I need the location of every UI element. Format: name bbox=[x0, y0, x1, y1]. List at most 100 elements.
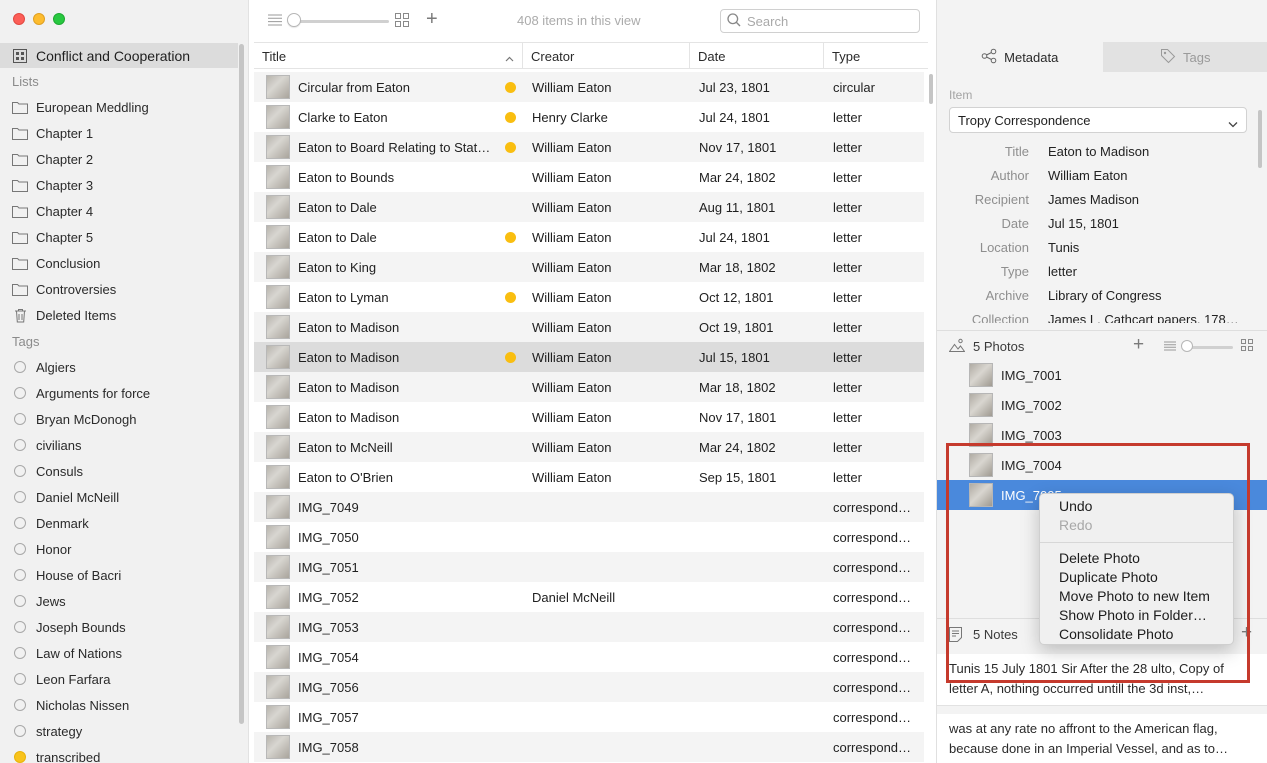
metadata-scrollbar[interactable] bbox=[1258, 110, 1262, 168]
column-date[interactable]: Date bbox=[690, 43, 824, 69]
metadata-field-recipient[interactable]: Recipient James Madison bbox=[937, 192, 1257, 216]
list-view-icon[interactable] bbox=[1164, 339, 1176, 354]
column-title[interactable]: Title bbox=[254, 43, 523, 69]
table-row[interactable]: IMG_7056 correspond… bbox=[254, 672, 924, 702]
add-item-button[interactable]: + bbox=[426, 9, 438, 29]
tag-item[interactable]: Jews bbox=[0, 588, 238, 614]
grid-view-icon[interactable] bbox=[395, 13, 409, 30]
tag-item[interactable]: House of Bacri bbox=[0, 562, 238, 588]
table-row[interactable]: Eaton to Madison William Eaton Nov 17, 180… bbox=[254, 402, 924, 432]
field-value[interactable]: Tunis bbox=[1048, 240, 1079, 255]
project-item[interactable]: Conflict and Cooperation bbox=[0, 43, 238, 68]
tag-item[interactable]: Leon Farfara bbox=[0, 666, 238, 692]
zoom-slider-track[interactable] bbox=[293, 20, 389, 23]
zoom-slider-knob[interactable] bbox=[287, 13, 301, 27]
tag-item[interactable]: transcribed bbox=[0, 744, 238, 763]
table-row[interactable]: Eaton to Dale William Eaton Aug 11, 1801 le… bbox=[254, 192, 924, 222]
note-item[interactable]: was at any rate no affront to the Americ… bbox=[937, 714, 1267, 763]
table-row[interactable]: Eaton to Lyman William Eaton Oct 12, 1801 l… bbox=[254, 282, 924, 312]
metadata-field-author[interactable]: Author William Eaton bbox=[937, 168, 1257, 192]
metadata-field-collection[interactable]: Collection James L. Cathcart papers, 178… bbox=[937, 312, 1257, 323]
minimize-window-button[interactable] bbox=[33, 13, 45, 25]
menu-item-show-in-folder[interactable]: Show Photo in Folder… bbox=[1040, 606, 1233, 625]
sidebar-scrollbar[interactable] bbox=[239, 44, 244, 724]
tag-item[interactable]: Consuls bbox=[0, 458, 238, 484]
tag-item[interactable]: Daniel McNeill bbox=[0, 484, 238, 510]
tag-item[interactable]: Denmark bbox=[0, 510, 238, 536]
template-select[interactable]: Tropy Correspondence bbox=[949, 107, 1247, 133]
table-row[interactable]: IMG_7053 correspond… bbox=[254, 612, 924, 642]
table-row[interactable]: Eaton to King William Eaton Mar 18, 1802 le… bbox=[254, 252, 924, 282]
list-item-chapter-2[interactable]: Chapter 2 bbox=[0, 146, 238, 172]
photo-zoom-slider-knob[interactable] bbox=[1181, 340, 1193, 352]
list-item-chapter-3[interactable]: Chapter 3 bbox=[0, 172, 238, 198]
list-item-chapter-4[interactable]: Chapter 4 bbox=[0, 198, 238, 224]
menu-item-delete-photo[interactable]: Delete Photo bbox=[1040, 549, 1233, 568]
table-row[interactable]: IMG_7057 correspond… bbox=[254, 702, 924, 732]
table-row[interactable]: Eaton to Board Relating to Stat… William … bbox=[254, 132, 924, 162]
metadata-field-location[interactable]: Location Tunis bbox=[937, 240, 1257, 264]
field-value[interactable]: Library of Congress bbox=[1048, 288, 1161, 303]
tag-item[interactable]: Arguments for force bbox=[0, 380, 238, 406]
grid-view-icon[interactable] bbox=[1241, 339, 1253, 354]
tag-item[interactable]: Law of Nations bbox=[0, 640, 238, 666]
table-row[interactable]: Eaton to Madison William Eaton Mar 18, 180… bbox=[254, 372, 924, 402]
table-row[interactable]: Eaton to Madison William Eaton Oct 19, 180… bbox=[254, 312, 924, 342]
menu-item-consolidate-photo[interactable]: Consolidate Photo bbox=[1040, 625, 1233, 644]
table-row[interactable]: IMG_7050 correspond… bbox=[254, 522, 924, 552]
tab-metadata[interactable]: Metadata bbox=[937, 42, 1103, 72]
tag-item[interactable]: Algiers bbox=[0, 354, 238, 380]
photo-list-item[interactable]: IMG_7001 bbox=[937, 360, 1267, 390]
photo-list-item[interactable]: IMG_7003 bbox=[937, 420, 1267, 450]
table-row[interactable]: IMG_7054 correspond… bbox=[254, 642, 924, 672]
table-row[interactable]: Eaton to O'Brien William Eaton Sep 15, 180… bbox=[254, 462, 924, 492]
column-creator[interactable]: Creator bbox=[523, 43, 690, 69]
tag-item[interactable]: Joseph Bounds bbox=[0, 614, 238, 640]
column-type[interactable]: Type bbox=[824, 43, 928, 69]
menu-item-duplicate-photo[interactable]: Duplicate Photo bbox=[1040, 568, 1233, 587]
add-note-button[interactable]: + bbox=[1241, 622, 1252, 644]
list-view-icon[interactable] bbox=[268, 14, 282, 29]
list-item-deleted-items[interactable]: Deleted Items bbox=[0, 302, 238, 328]
close-window-button[interactable] bbox=[13, 13, 25, 25]
list-item-european-meddling[interactable]: European Meddling bbox=[0, 94, 238, 120]
metadata-field-archive[interactable]: Archive Library of Congress bbox=[937, 288, 1257, 312]
tag-item[interactable]: Bryan McDonogh bbox=[0, 406, 238, 432]
tag-item[interactable]: strategy bbox=[0, 718, 238, 744]
list-item-chapter-5[interactable]: Chapter 5 bbox=[0, 224, 238, 250]
tag-item[interactable]: Nicholas Nissen bbox=[0, 692, 238, 718]
menu-item-undo[interactable]: Undo bbox=[1040, 497, 1233, 516]
table-row[interactable]: Eaton to Madison William Eaton Jul 15, 180… bbox=[254, 342, 924, 372]
table-row[interactable]: Circular from Eaton William Eaton Jul 23, … bbox=[254, 72, 924, 102]
table-row[interactable]: IMG_7058 correspond… bbox=[254, 732, 924, 762]
table-row[interactable]: IMG_7051 correspond… bbox=[254, 552, 924, 582]
list-item-conclusion[interactable]: Conclusion bbox=[0, 250, 238, 276]
list-item-controversies[interactable]: Controversies bbox=[0, 276, 238, 302]
note-item[interactable]: Tunis 15 July 1801 Sir After the 28 ulto… bbox=[937, 654, 1267, 706]
list-item-chapter-1[interactable]: Chapter 1 bbox=[0, 120, 238, 146]
menu-item-move-photo[interactable]: Move Photo to new Item bbox=[1040, 587, 1233, 606]
metadata-field-title[interactable]: Title Eaton to Madison bbox=[937, 144, 1257, 168]
field-value[interactable]: James Madison bbox=[1048, 192, 1139, 207]
tab-tags[interactable]: Tags bbox=[1102, 42, 1267, 72]
table-row[interactable]: Clarke to Eaton Henry Clarke Jul 24, 1801 l… bbox=[254, 102, 924, 132]
zoom-window-button[interactable] bbox=[53, 13, 65, 25]
table-row[interactable]: IMG_7052 Daniel McNeill correspond… bbox=[254, 582, 924, 612]
tag-item[interactable]: Honor bbox=[0, 536, 238, 562]
search-input[interactable] bbox=[747, 13, 907, 29]
field-value[interactable]: William Eaton bbox=[1048, 168, 1127, 183]
field-value[interactable]: James L. Cathcart papers, 178… bbox=[1048, 312, 1239, 323]
metadata-field-type[interactable]: Type letter bbox=[937, 264, 1257, 288]
photo-list-item[interactable]: IMG_7004 bbox=[937, 450, 1267, 480]
items-scrollbar[interactable] bbox=[929, 74, 933, 104]
table-row[interactable]: Eaton to Dale William Eaton Jul 24, 1801 le… bbox=[254, 222, 924, 252]
field-value[interactable]: letter bbox=[1048, 264, 1077, 279]
table-row[interactable]: Eaton to McNeill William Eaton Mar 24, 180… bbox=[254, 432, 924, 462]
field-value[interactable]: Eaton to Madison bbox=[1048, 144, 1149, 159]
photo-list-item[interactable]: IMG_7002 bbox=[937, 390, 1267, 420]
search-box[interactable] bbox=[720, 9, 920, 33]
table-row[interactable]: Eaton to Bounds William Eaton Mar 24, 1802… bbox=[254, 162, 924, 192]
metadata-field-date[interactable]: Date Jul 15, 1801 bbox=[937, 216, 1257, 240]
add-photo-button[interactable]: + bbox=[1133, 334, 1144, 356]
table-row[interactable]: IMG_7049 correspond… bbox=[254, 492, 924, 522]
